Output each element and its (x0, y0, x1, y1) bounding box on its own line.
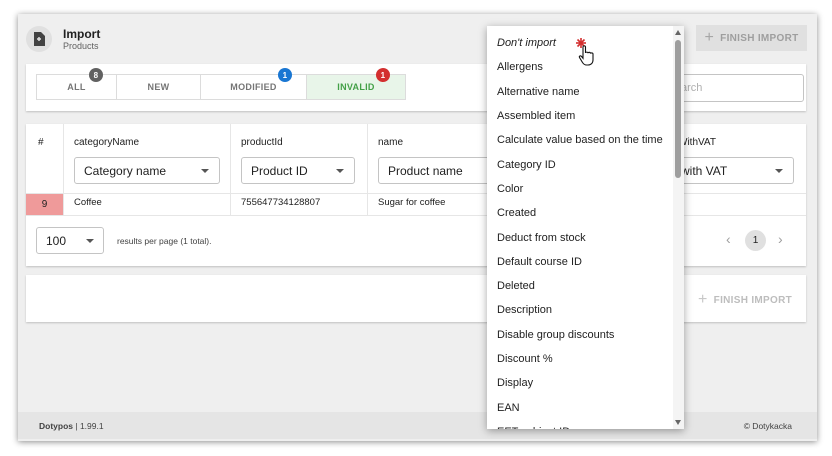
dropdown-option[interactable]: Description (487, 298, 671, 322)
cell-name: Sugar for coffee (378, 197, 446, 208)
productid-select-value: Product ID (251, 163, 308, 178)
per-page-select[interactable]: 100 (36, 227, 104, 254)
finish-import-label: FINISH IMPORT (720, 32, 799, 44)
dropdown-options: Don't import Allergens Alternative name … (487, 31, 671, 429)
scrollbar-thumb[interactable] (675, 40, 681, 178)
import-table-card: # categoryName Category name productId P… (26, 124, 806, 266)
tab-all-label: ALL (67, 82, 86, 92)
name-select-value: Product name (388, 163, 463, 178)
dropdown-option[interactable]: Deduct from stock (487, 225, 671, 249)
column-header-index: # (38, 137, 44, 148)
plus-icon: + (704, 29, 715, 46)
column-header-categoryname: categoryName (74, 137, 140, 148)
filter-tabs: ALL 8 NEW MODIFIED 1 INVALID 1 (36, 68, 406, 100)
per-page-value: 100 (46, 233, 67, 248)
hand-pointer-cursor-icon (576, 38, 594, 66)
screen: Import Products + FINISH IMPORT ALL 8 NE… (0, 0, 832, 456)
dropdown-option[interactable]: Default course ID (487, 250, 671, 274)
plus-icon: + (698, 291, 708, 308)
tab-new[interactable]: NEW (117, 75, 201, 99)
table-divider (26, 215, 806, 216)
tab-all-badge: 8 (89, 68, 103, 82)
tab-modified-label: MODIFIED (230, 82, 277, 92)
name-column-mapping-select[interactable]: Product name (378, 157, 498, 184)
tab-invalid-label: INVALID (337, 82, 375, 92)
chevron-down-icon (775, 169, 783, 173)
tab-modified-badge: 1 (278, 68, 292, 82)
search-input[interactable]: arch (666, 74, 804, 102)
column-divider (367, 124, 368, 216)
cell-productid: 755647734128807 (241, 197, 321, 208)
chevron-down-icon (86, 239, 94, 243)
footer-version-number: | 1.99.1 (75, 421, 104, 431)
dropdown-option[interactable]: Calculate value based on the time (487, 128, 671, 152)
page-title: Import (63, 27, 101, 41)
file-import-icon (26, 26, 52, 52)
cell-category: Coffee (74, 197, 102, 208)
chevron-right-icon[interactable]: › (778, 231, 783, 247)
search-placeholder: arch (681, 82, 703, 94)
table-divider (26, 193, 806, 194)
filter-tabs-card: ALL 8 NEW MODIFIED 1 INVALID 1 arch (26, 64, 806, 111)
finish-import-label: FINISH IMPORT (713, 294, 792, 306)
tab-invalid-badge: 1 (376, 68, 390, 82)
footer-app-name: Dotypos (39, 421, 73, 431)
per-page-label: results per page (1 total). (117, 236, 212, 246)
dropdown-option[interactable]: EAN (487, 395, 671, 419)
column-header-name: name (378, 137, 404, 148)
category-select-value: Category name (84, 163, 167, 178)
category-column-mapping-select[interactable]: Category name (74, 157, 220, 184)
current-page-button[interactable]: 1 (745, 230, 766, 251)
tab-new-label: NEW (147, 82, 170, 92)
tab-invalid[interactable]: INVALID 1 (307, 68, 405, 99)
scroll-down-icon[interactable] (675, 420, 681, 425)
dropdown-option[interactable]: EET subject ID (487, 420, 671, 429)
tab-modified[interactable]: MODIFIED 1 (201, 68, 307, 99)
footer-version: Dotypos | 1.99.1 (39, 421, 104, 431)
dropdown-scrollbar[interactable] (673, 26, 684, 429)
chevron-left-icon[interactable]: ‹ (726, 231, 731, 247)
column-divider (63, 124, 64, 216)
column-divider (230, 124, 231, 216)
dropdown-option[interactable]: Disable group discounts (487, 323, 671, 347)
finish-import-button-bottom[interactable]: + FINISH IMPORT (698, 292, 792, 308)
footer-copyright: © Dotykacka (743, 421, 792, 431)
chevron-down-icon (201, 169, 209, 173)
dropdown-option[interactable]: Discount % (487, 347, 671, 371)
dropdown-option[interactable]: Deleted (487, 274, 671, 298)
dropdown-option[interactable]: Display (487, 371, 671, 395)
app-window: Import Products + FINISH IMPORT ALL 8 NE… (18, 14, 817, 441)
bottom-action-card: + FINISH IMPORT (26, 275, 806, 322)
page-subtitle: Products (63, 41, 99, 51)
dropdown-option[interactable]: Alternative name (487, 80, 671, 104)
tab-all[interactable]: ALL 8 (37, 68, 117, 99)
footer: Dotypos | 1.99.1 © Dotykacka (18, 412, 817, 439)
finish-import-button-top[interactable]: + FINISH IMPORT (696, 25, 807, 51)
dropdown-option[interactable]: Color (487, 177, 671, 201)
scroll-up-icon[interactable] (675, 30, 681, 35)
column-header-productid: productId (241, 137, 283, 148)
column-mapping-dropdown[interactable]: Don't import Allergens Alternative name … (487, 26, 684, 429)
productid-column-mapping-select[interactable]: Product ID (241, 157, 355, 184)
chevron-down-icon (336, 169, 344, 173)
dropdown-option[interactable]: Created (487, 201, 671, 225)
invalid-row-number: 9 (26, 194, 63, 215)
dropdown-option[interactable]: Assembled item (487, 104, 671, 128)
dropdown-option[interactable]: Category ID (487, 152, 671, 176)
